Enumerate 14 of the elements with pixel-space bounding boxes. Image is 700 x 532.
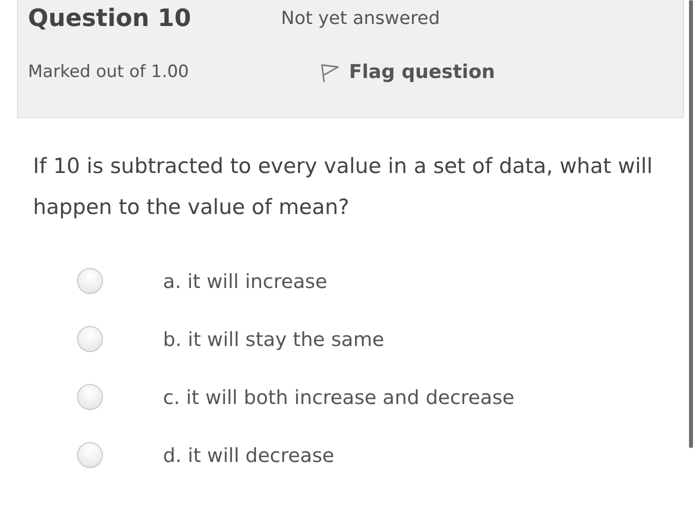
radio-button[interactable]	[77, 384, 103, 410]
option-label[interactable]: b. it will stay the same	[163, 328, 384, 350]
question-number: Question 10	[28, 3, 192, 34]
flag-button[interactable]: Flag question	[321, 61, 496, 83]
radio-button[interactable]	[77, 442, 103, 468]
question-text: If 10 is subtracted to every value in a set of data, what will happen to the value of mean?	[33, 153, 653, 221]
radio-button[interactable]	[77, 326, 103, 352]
option-label[interactable]: d. it will decrease	[163, 444, 334, 466]
marks-text: Marked out of 1.00	[28, 62, 190, 82]
option-label[interactable]: a. it will increase	[163, 270, 328, 292]
radio-button[interactable]	[77, 268, 103, 294]
status-text: Not yet answered	[281, 8, 440, 28]
option-label[interactable]: c. it will both increase and decrease	[163, 386, 514, 408]
scrollbar[interactable]	[689, 0, 693, 448]
